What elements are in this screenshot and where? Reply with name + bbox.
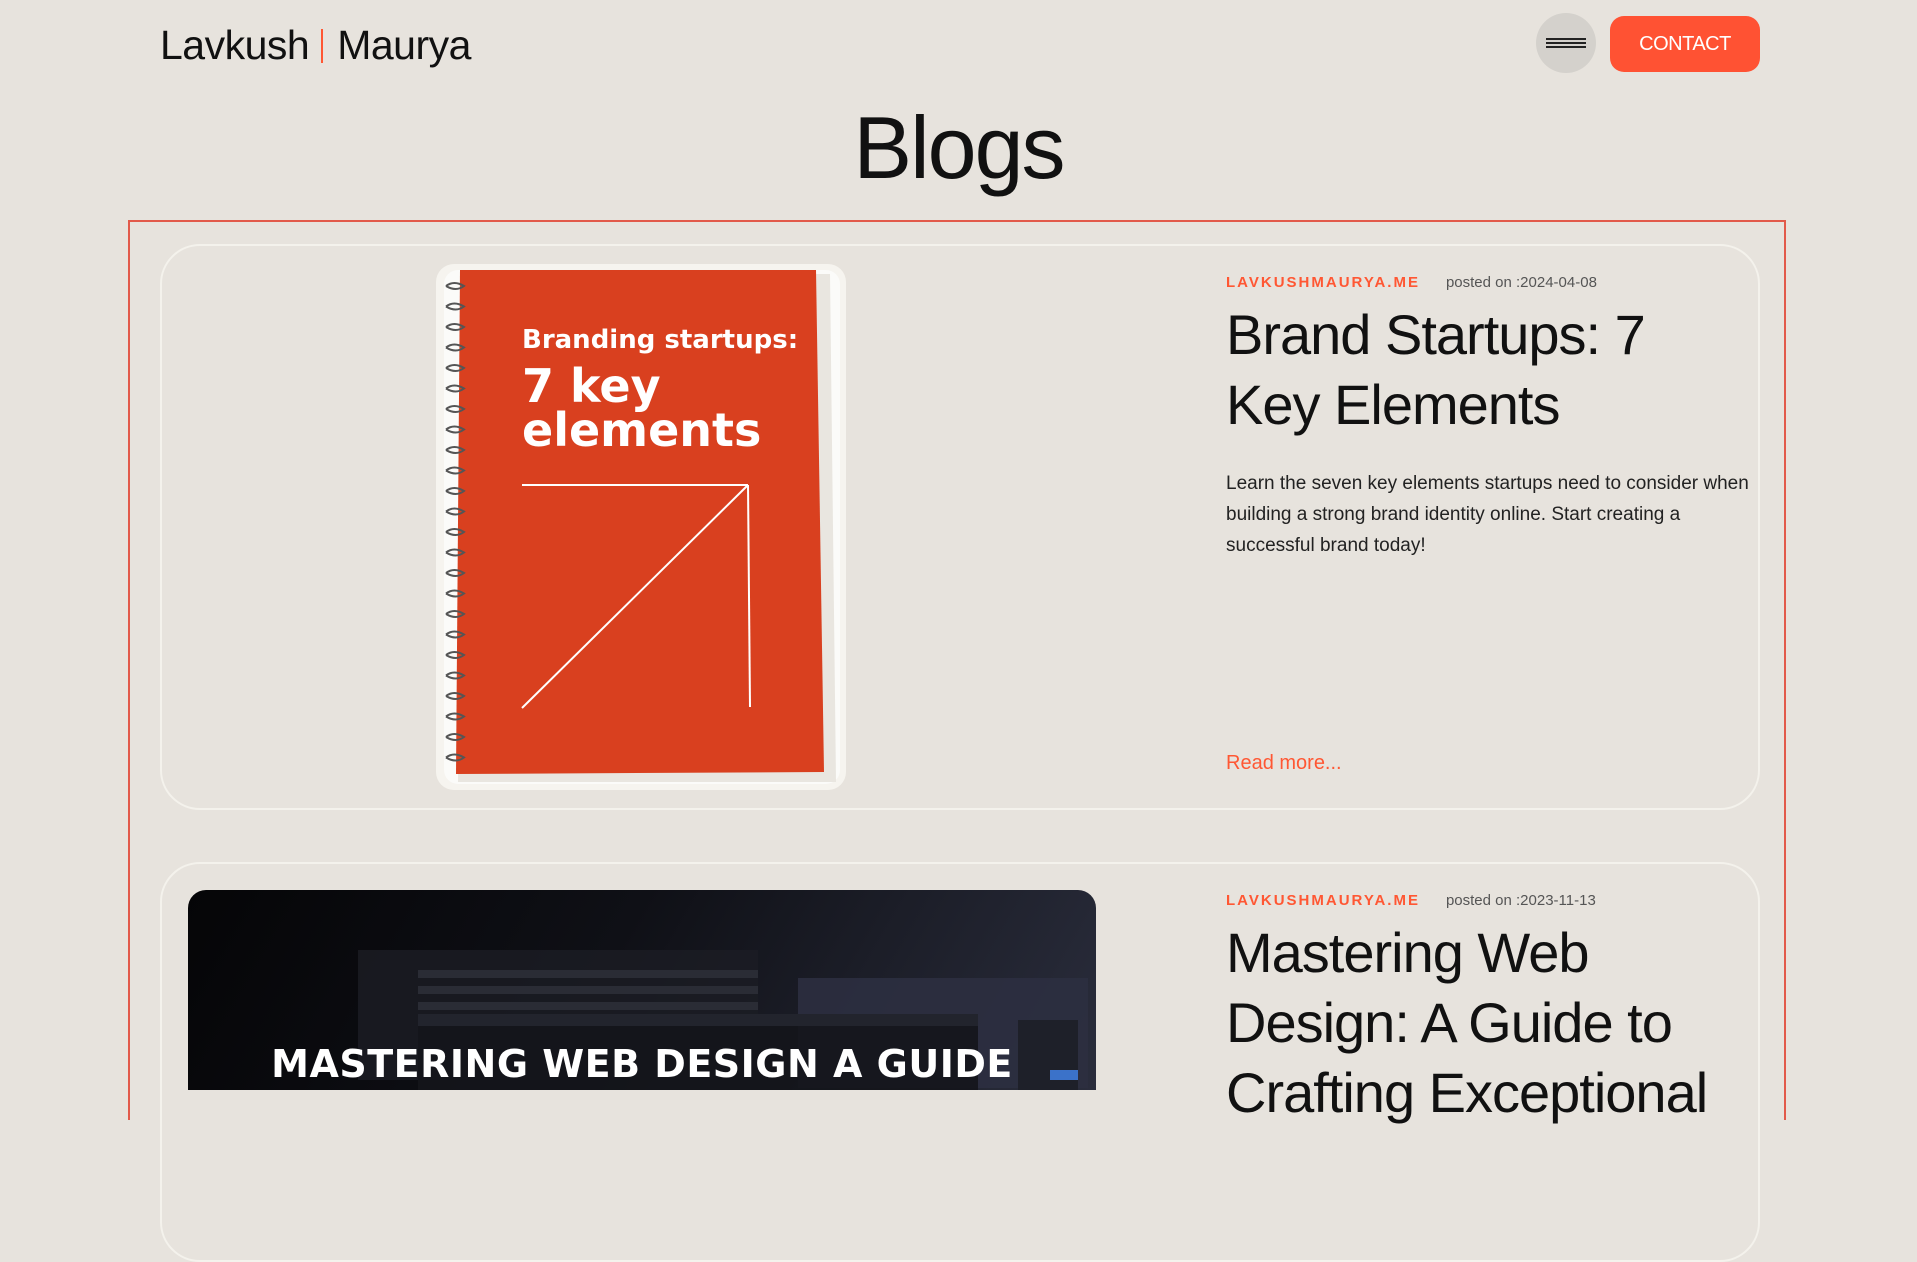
- contact-button[interactable]: CONTACT: [1610, 16, 1760, 72]
- blog-card[interactable]: Branding startups: 7 key elements LAVKUS…: [160, 244, 1760, 810]
- post-date: posted on :2024-04-08: [1445, 274, 1597, 291]
- post-excerpt: Learn the seven key elements startups ne…: [1226, 473, 1749, 556]
- site-logo[interactable]: Lavkush Maurya: [160, 22, 471, 69]
- post-meta: LAVKUSHMAURYA.ME posted on :2024-04-08: [1226, 274, 1597, 291]
- logo-divider: [321, 28, 324, 63]
- logo-first-name: Lavkush: [160, 22, 310, 68]
- post-site[interactable]: LAVKUSHMAURYA.ME: [1226, 892, 1420, 909]
- notebook-line-2: elements: [522, 403, 761, 457]
- read-more-link[interactable]: Read more...: [1226, 752, 1342, 775]
- hamburger-icon: [1546, 38, 1586, 48]
- notebook-heading: Branding startups:: [522, 325, 798, 355]
- post-site[interactable]: LAVKUSHMAURYA.ME: [1226, 274, 1420, 291]
- menu-button[interactable]: [1536, 13, 1596, 73]
- post-date: posted on :2023-11-13: [1445, 892, 1596, 909]
- blog-thumbnail-notebook[interactable]: Branding startups: 7 key elements: [436, 264, 846, 790]
- blog-card[interactable]: MASTERING WEB DESIGN A GUIDE LAVKUSHMAUR…: [160, 862, 1760, 1262]
- post-title[interactable]: Brand Startups: 7 Key Elements: [1226, 300, 1746, 440]
- site-header: Lavkush Maurya CONTACT: [0, 0, 1917, 92]
- page-title: Blogs: [853, 98, 1065, 197]
- blog-list: Branding startups: 7 key elements LAVKUS…: [128, 220, 1786, 1262]
- post-meta: LAVKUSHMAURYA.ME posted on :2023-11-13: [1226, 892, 1596, 909]
- post-title[interactable]: Mastering Web Design: A Guide to Craftin…: [1226, 918, 1746, 1128]
- blog-thumbnail-web-design[interactable]: MASTERING WEB DESIGN A GUIDE: [188, 890, 1096, 1090]
- logo-last-name: Maurya: [337, 22, 471, 68]
- thumbnail-caption: MASTERING WEB DESIGN A GUIDE: [271, 1042, 1013, 1086]
